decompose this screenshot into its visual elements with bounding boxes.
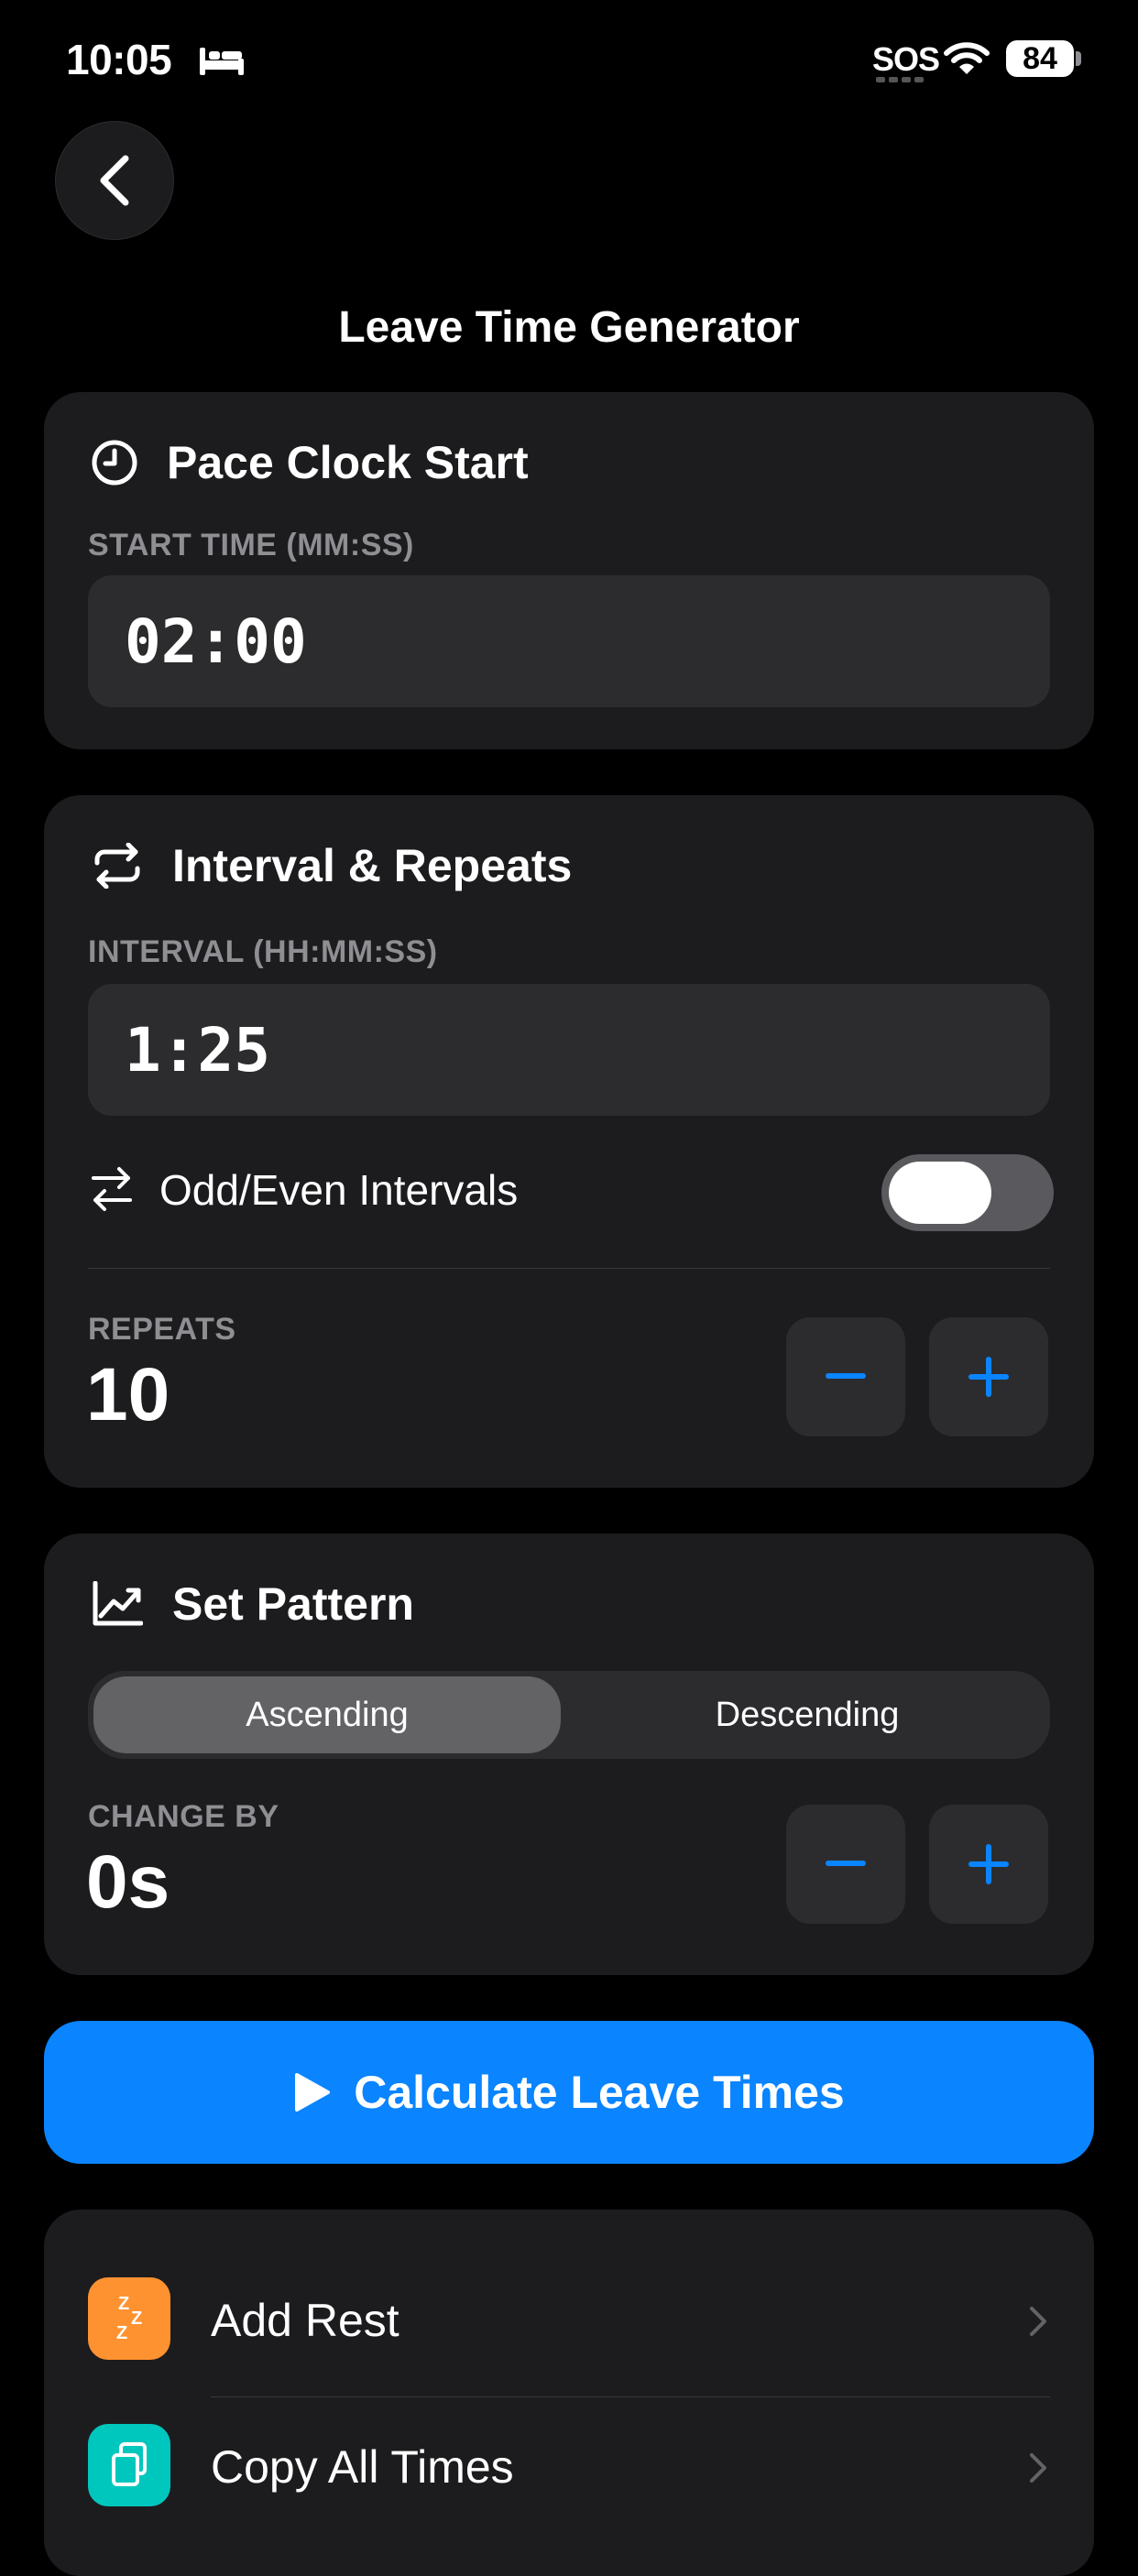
copy-all-times-label: Copy All Times: [211, 2441, 514, 2493]
battery-icon: 84: [1006, 40, 1074, 77]
chevron-right-icon: [1030, 2307, 1046, 2336]
chart-line-icon: [93, 1581, 143, 1626]
divider: [88, 1268, 1050, 1269]
pace-clock-title: Pace Clock Start: [167, 437, 529, 488]
repeats-value: 10: [86, 1353, 170, 1436]
plus-icon: [968, 1844, 1009, 1884]
segment-descending[interactable]: Descending: [574, 1676, 1041, 1753]
copy-icon: [88, 2424, 170, 2506]
repeats-decrement-button[interactable]: [786, 1317, 905, 1436]
sos-indicator: SOS: [872, 40, 940, 78]
repeat-icon: [94, 843, 140, 889]
svg-text:Z: Z: [131, 2309, 142, 2329]
change-by-caption: CHANGE BY: [88, 1799, 279, 1834]
pattern-segmented-control: Ascending Descending: [88, 1671, 1050, 1759]
change-increment-button[interactable]: [929, 1805, 1048, 1924]
svg-text:Z: Z: [116, 2323, 127, 2343]
bed-icon: [200, 48, 244, 75]
set-pattern-title: Set Pattern: [172, 1578, 414, 1630]
back-button[interactable]: [55, 121, 174, 240]
clock-icon: [92, 440, 137, 486]
chevron-left-icon: [100, 155, 129, 206]
change-by-value: 0s: [86, 1840, 170, 1924]
pace-clock-card: Pace Clock Start START TIME (MM:SS) 02:0…: [44, 392, 1094, 749]
interval-title: Interval & Repeats: [172, 840, 573, 891]
interval-caption: INTERVAL (HH:MM:SS): [88, 934, 438, 969]
chevron-right-icon: [1030, 2453, 1046, 2483]
list-item-add-rest[interactable]: Z Z Z Add Rest: [44, 2266, 1094, 2373]
calculate-leave-times-button[interactable]: Calculate Leave Times: [44, 2021, 1094, 2164]
segment-ascending[interactable]: Ascending: [93, 1676, 561, 1753]
play-icon: [295, 2073, 331, 2112]
minus-icon: [826, 1861, 866, 1866]
battery-tip: [1076, 51, 1081, 66]
page-title: Leave Time Generator: [338, 303, 800, 352]
toggle-knob: [889, 1162, 991, 1224]
arrows-left-right-icon: [92, 1167, 132, 1211]
zzz-icon: Z Z Z: [88, 2277, 170, 2360]
actions-list: Z Z Z Add Rest Copy All Times: [44, 2210, 1094, 2576]
change-decrement-button[interactable]: [786, 1805, 905, 1924]
list-divider: [211, 2396, 1050, 2397]
odd-even-label: Odd/Even Intervals: [159, 1166, 519, 1214]
interval-field[interactable]: 1:25: [88, 984, 1050, 1116]
start-time-field[interactable]: 02:00: [88, 575, 1050, 707]
minus-icon: [826, 1373, 866, 1379]
repeats-caption: REPEATS: [88, 1312, 236, 1347]
repeats-increment-button[interactable]: [929, 1317, 1048, 1436]
status-time: 10:05: [66, 36, 172, 83]
set-pattern-card: Set Pattern Ascending Descending CHANGE …: [44, 1534, 1094, 1975]
add-rest-label: Add Rest: [211, 2295, 399, 2346]
svg-text:Z: Z: [118, 2294, 129, 2314]
plus-icon: [968, 1357, 1009, 1397]
interval-card: Interval & Repeats INTERVAL (HH:MM:SS) 1…: [44, 795, 1094, 1488]
list-item-copy-all-times[interactable]: Copy All Times: [44, 2413, 1094, 2519]
wifi-icon: [944, 42, 990, 74]
odd-even-toggle[interactable]: [881, 1154, 1054, 1231]
start-time-caption: START TIME (MM:SS): [88, 528, 414, 562]
calculate-label: Calculate Leave Times: [354, 2067, 845, 2118]
signal-dots-icon: [876, 77, 924, 82]
